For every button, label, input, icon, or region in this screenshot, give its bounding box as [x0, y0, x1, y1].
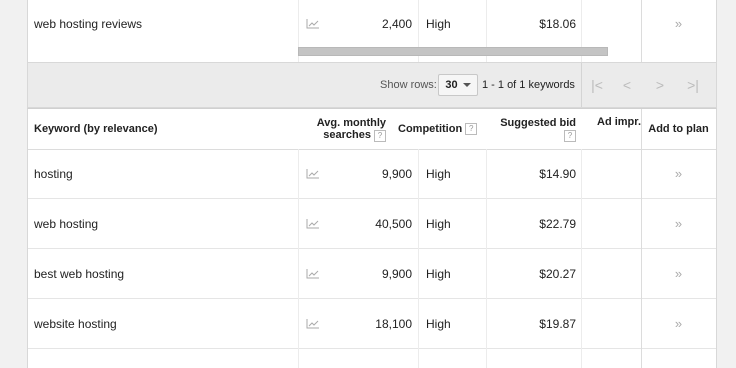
add-to-plan-button[interactable]: » [641, 249, 716, 298]
keyword-cell: best web hosting [34, 266, 125, 281]
trend-chart-icon[interactable] [298, 249, 328, 298]
rows-per-page-select[interactable]: 30 [438, 74, 478, 96]
header-add-to-plan: Add to plan [648, 123, 709, 135]
trend-chart-icon[interactable] [298, 149, 328, 198]
first-page-icon[interactable]: |< [581, 63, 612, 107]
header-bid-label: Suggested bid [500, 116, 576, 129]
suggested-bid-cell: $20.27 [539, 266, 576, 281]
header-suggested-bid[interactable]: Suggested bid ? [486, 109, 580, 149]
keyword-cell: web hosting reviews [34, 16, 143, 31]
avg-searches-cell: 9,900 [381, 166, 412, 181]
table-row[interactable]: web hosting 40,500 High $22.79 » [28, 199, 716, 249]
range-text: 1 - 1 of 1 keywords [482, 79, 575, 91]
show-rows-label: Show rows: [380, 79, 437, 91]
suggested-bid-cell: $14.90 [539, 166, 576, 181]
help-icon[interactable]: ? [465, 123, 478, 135]
competition-cell: High [426, 266, 451, 281]
table-row[interactable]: website hosting 18,100 High $19.87 » [28, 299, 716, 349]
header-keyword[interactable]: Keyword (by relevance) [28, 109, 298, 149]
header-competition-label: Competition [398, 123, 463, 135]
avg-searches-cell: 40,500 [375, 216, 412, 231]
header-competition[interactable]: Competition? [398, 109, 488, 149]
header-avg-line2: searches [323, 128, 371, 141]
avg-searches-cell: 18,100 [375, 316, 412, 331]
help-icon[interactable]: ? [564, 129, 576, 142]
keyword-cell: web hosting [34, 216, 99, 231]
suggested-bid-cell: $18.06 [539, 16, 576, 31]
ad-group-keywords-panel: web hosting reviews 2,400 High $18.06 » [27, 0, 717, 62]
competition-cell: High [426, 316, 451, 331]
competition-cell: High [426, 166, 451, 181]
header-ad-impr[interactable]: Ad impr. [581, 109, 641, 149]
add-to-plan-button[interactable]: » [641, 149, 716, 198]
keyword-ideas-table: Keyword (by relevance) Avg. monthly sear… [27, 108, 717, 368]
add-to-plan-button[interactable]: » [641, 0, 716, 47]
last-page-icon[interactable]: >| [678, 63, 708, 107]
competition-cell: High [426, 16, 451, 31]
pagination-bar: Show rows: 30 1 - 1 of 1 keywords |< < >… [27, 62, 717, 108]
add-to-plan-button[interactable]: » [641, 199, 716, 248]
table-row[interactable]: web hosting reviews 2,400 High $18.06 » [28, 0, 716, 47]
keyword-cell: website hosting [34, 316, 117, 331]
suggested-bid-cell: $22.79 [539, 216, 576, 231]
competition-cell: High [426, 216, 451, 231]
keyword-cell: hosting [34, 166, 73, 181]
trend-chart-icon[interactable] [298, 199, 328, 248]
add-to-plan-button[interactable]: » [641, 299, 716, 348]
suggested-bid-cell: $19.87 [539, 316, 576, 331]
avg-searches-cell: 9,900 [381, 266, 412, 281]
trend-chart-icon[interactable] [298, 0, 328, 47]
header-avg-line1: Avg. monthly [316, 116, 386, 129]
dropdown-caret-icon [462, 83, 471, 87]
next-page-icon[interactable]: > [645, 63, 675, 107]
table-row[interactable]: hosting 9,900 High $14.90 » [28, 149, 716, 199]
table-row[interactable]: best web hosting 9,900 High $20.27 » [28, 249, 716, 299]
table-header: Keyword (by relevance) Avg. monthly sear… [28, 109, 716, 150]
trend-chart-icon[interactable] [298, 299, 328, 348]
rows-per-page-value: 30 [445, 79, 458, 91]
prev-page-icon[interactable]: < [612, 63, 642, 107]
avg-searches-cell: 2,400 [381, 16, 412, 31]
help-icon[interactable]: ? [374, 129, 386, 142]
horizontal-scrollbar[interactable] [298, 47, 608, 56]
